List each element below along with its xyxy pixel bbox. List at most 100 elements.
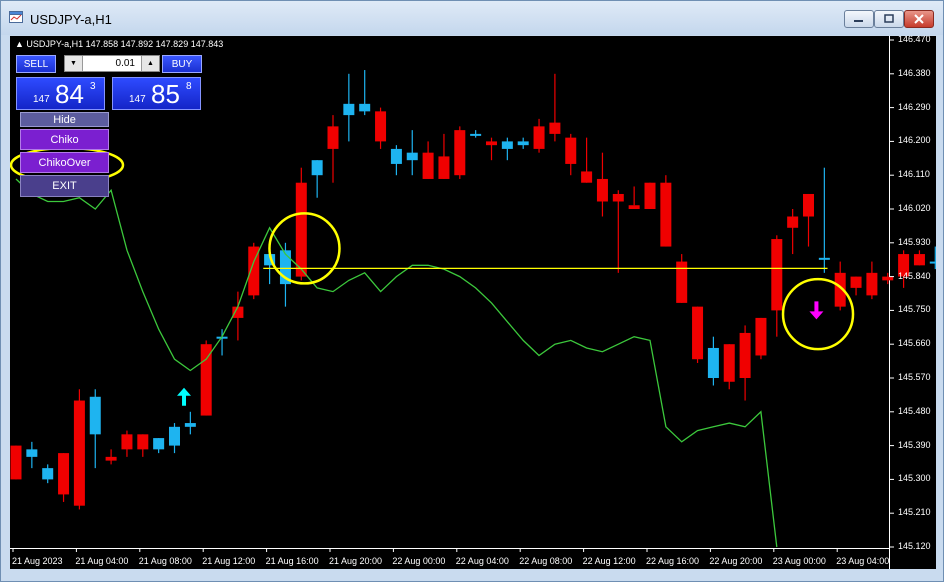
time-tick-label: 21 Aug 20:00 bbox=[329, 556, 383, 566]
bearish-candle bbox=[295, 182, 307, 277]
bullish-candle bbox=[89, 396, 101, 435]
bearish-candle bbox=[73, 400, 85, 506]
time-tick-label: 22 Aug 16:00 bbox=[646, 556, 700, 566]
bullish-candle bbox=[390, 148, 402, 164]
window-title: USDJPY-a,H1 bbox=[30, 12, 112, 27]
price-tick-label: 145.300 bbox=[898, 473, 931, 484]
bullish-candle bbox=[707, 347, 719, 378]
price-tick-label: 146.020 bbox=[898, 203, 931, 213]
title-bar[interactable]: USDJPY-a,H1 bbox=[1, 1, 943, 35]
bearish-candle bbox=[549, 122, 561, 134]
bearish-candle bbox=[121, 434, 133, 450]
symbol-quote-label: ▲ USDJPY-a,H1 147.858 147.892 147.829 14… bbox=[15, 39, 224, 49]
sell-price-button[interactable]: 147 84 3 bbox=[16, 77, 105, 110]
time-tick-label: 22 Aug 00:00 bbox=[392, 556, 446, 566]
sell-price-pips: 84 bbox=[55, 79, 84, 109]
bullish-candle bbox=[343, 103, 355, 116]
bearish-candle bbox=[58, 453, 70, 495]
hide-button[interactable]: Hide bbox=[20, 112, 109, 127]
bearish-candle bbox=[105, 456, 117, 461]
bearish-candle bbox=[723, 344, 735, 382]
close-button[interactable] bbox=[904, 10, 934, 28]
price-tick-label: 145.120 bbox=[898, 541, 931, 551]
bullish-candle bbox=[406, 152, 418, 161]
terminal-window: USDJPY-a,H1 ▲ USDJPY-a,H1 147.858 147.89… bbox=[0, 0, 944, 582]
bearish-candle bbox=[10, 445, 22, 480]
price-tick-label: 145.930 bbox=[898, 236, 931, 247]
lot-increase-button[interactable]: ▲ bbox=[141, 56, 159, 71]
sell-price-point: 3 bbox=[90, 81, 96, 92]
bearish-candle bbox=[755, 317, 767, 356]
bearish-candle bbox=[803, 193, 814, 217]
time-tick-label: 21 Aug 2023 bbox=[12, 556, 63, 566]
time-tick-label: 22 Aug 12:00 bbox=[582, 556, 636, 566]
bearish-candle bbox=[327, 126, 339, 149]
time-tick-label: 21 Aug 12:00 bbox=[202, 556, 256, 566]
bearish-candle bbox=[454, 130, 466, 176]
bearish-candle bbox=[486, 141, 497, 146]
buy-signal-arrow-icon bbox=[177, 387, 192, 406]
bearish-candle bbox=[612, 193, 624, 202]
restore-button[interactable] bbox=[874, 10, 904, 28]
sell-price-prefix: 147 bbox=[33, 94, 50, 105]
bullish-candle bbox=[359, 103, 371, 112]
time-tick-label: 21 Aug 16:00 bbox=[265, 556, 319, 566]
bearish-candle bbox=[644, 182, 656, 209]
bearish-candle bbox=[232, 306, 244, 318]
bearish-candle bbox=[739, 332, 751, 378]
bullish-candle bbox=[470, 133, 482, 136]
price-tick-label: 145.210 bbox=[898, 507, 931, 518]
chart-window-icon bbox=[9, 11, 23, 23]
bullish-candle bbox=[501, 141, 513, 149]
bullish-candle bbox=[818, 257, 830, 260]
minimize-button[interactable] bbox=[844, 10, 874, 28]
bullish-candle bbox=[184, 423, 196, 427]
bullish-candle bbox=[311, 160, 323, 176]
bearish-candle bbox=[787, 216, 799, 228]
buy-price-button[interactable]: 147 85 8 bbox=[112, 77, 201, 110]
price-tick-label: 146.470 bbox=[898, 36, 931, 44]
bearish-candle bbox=[581, 171, 593, 183]
price-tick-label: 145.840 bbox=[898, 270, 931, 281]
price-chart[interactable]: ▲ USDJPY-a,H1 147.858 147.892 147.829 14… bbox=[10, 36, 936, 569]
bearish-candle bbox=[771, 239, 783, 311]
bearish-candle bbox=[565, 137, 577, 164]
price-tick-label: 145.750 bbox=[898, 304, 931, 315]
bearish-candle bbox=[533, 126, 545, 149]
bearish-candle bbox=[422, 152, 434, 179]
chiko-over-button[interactable]: ChikoOver bbox=[20, 152, 109, 173]
time-tick-label: 22 Aug 08:00 bbox=[519, 556, 573, 566]
chiko-button[interactable]: Chiko bbox=[20, 129, 109, 150]
time-tick-label: 23 Aug 00:00 bbox=[772, 556, 826, 566]
buy-price-pips: 85 bbox=[151, 79, 180, 109]
time-tick-label: 21 Aug 08:00 bbox=[138, 556, 192, 566]
buy-button[interactable]: BUY bbox=[162, 55, 202, 73]
time-tick-label: 22 Aug 04:00 bbox=[455, 556, 509, 566]
sell-signal-arrow-icon bbox=[809, 301, 824, 320]
bearish-candle bbox=[692, 306, 704, 360]
restore-icon bbox=[884, 14, 894, 23]
window-bottom-border bbox=[1, 569, 943, 581]
exit-button[interactable]: EXIT bbox=[20, 175, 109, 197]
bullish-candle bbox=[517, 141, 529, 146]
time-tick-label: 21 Aug 04:00 bbox=[75, 556, 129, 566]
price-tick-label: 146.110 bbox=[898, 169, 930, 180]
sell-button[interactable]: SELL bbox=[16, 55, 56, 73]
bearish-candle bbox=[200, 344, 212, 416]
price-tick-label: 145.660 bbox=[898, 338, 931, 349]
price-tick-label: 146.200 bbox=[898, 135, 931, 146]
bullish-candle bbox=[42, 468, 54, 480]
lot-decrease-button[interactable]: ▼ bbox=[65, 56, 83, 71]
time-tick-label: 22 Aug 20:00 bbox=[709, 556, 763, 566]
buy-price-prefix: 147 bbox=[129, 94, 146, 105]
bearish-candle bbox=[596, 178, 608, 202]
bearish-candle bbox=[660, 182, 672, 247]
bearish-candle bbox=[628, 205, 640, 209]
price-tick-label: 145.570 bbox=[898, 372, 931, 382]
bullish-candle bbox=[26, 449, 38, 457]
candlestick-chart[interactable] bbox=[10, 36, 936, 569]
bearish-candle bbox=[137, 434, 149, 450]
price-axis[interactable]: 146.470 146.380 146.290 146.200 146.110 146.0… bbox=[889, 36, 936, 569]
lot-size-input[interactable]: ▼ 0.01 ▲ bbox=[64, 55, 160, 72]
lot-size-value: 0.01 bbox=[115, 58, 135, 69]
